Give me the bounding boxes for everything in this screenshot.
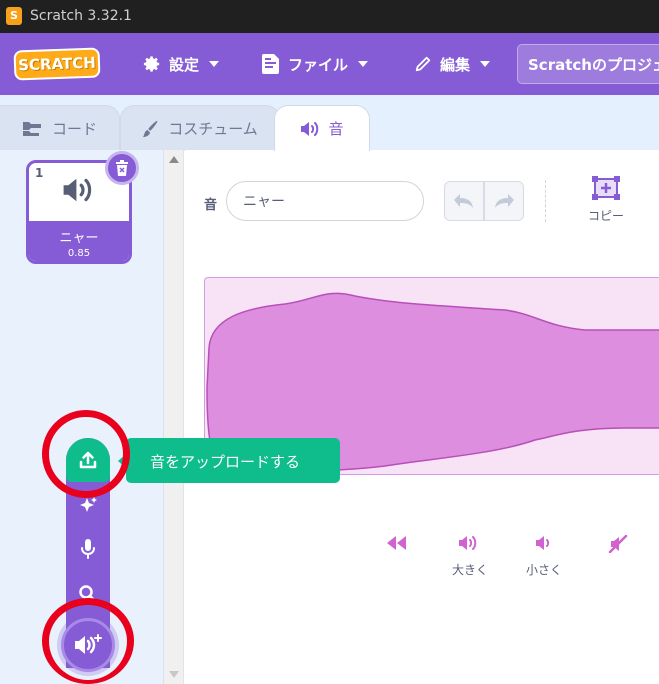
- sound-item-duration: 0.85: [67, 248, 91, 259]
- mute-button[interactable]: [590, 534, 646, 563]
- softer-button[interactable]: 小さく: [516, 535, 572, 578]
- scratch-app-icon: S: [6, 7, 22, 25]
- trash-icon: [116, 160, 128, 176]
- softer-icon: [536, 536, 550, 550]
- louder-button[interactable]: 大きく: [442, 535, 498, 578]
- upload-sound-button[interactable]: [66, 438, 110, 482]
- settings-menu[interactable]: 設定: [143, 52, 220, 76]
- upload-icon: [79, 451, 97, 469]
- chevron-down-icon: [209, 61, 220, 67]
- softer-label: 小さく: [525, 563, 562, 577]
- chevron-down-icon: [480, 61, 491, 67]
- effects-toolbar: 大きく 小さく: [375, 534, 659, 595]
- gear-icon: [143, 56, 160, 72]
- selector-scrollbar[interactable]: [164, 150, 184, 684]
- speaker-icon: [301, 121, 319, 136]
- microphone-icon: [81, 539, 95, 559]
- mute-icon: [608, 534, 628, 554]
- tab-costumes-label: コスチューム: [168, 120, 258, 138]
- sound-name-input[interactable]: [226, 181, 424, 221]
- window-titlebar: S Scratch 3.32.1: [0, 0, 659, 33]
- pencil-icon: [415, 56, 431, 72]
- louder-icon: [459, 536, 477, 550]
- surprise-sound-button[interactable]: [66, 488, 110, 524]
- copy-button[interactable]: コピー: [578, 176, 634, 228]
- file-menu-label: ファイル: [288, 55, 349, 74]
- tooltip-arrow: [118, 454, 126, 468]
- tab-costumes[interactable]: コスチューム: [120, 105, 280, 151]
- sound-name-label: 音: [204, 198, 218, 213]
- faster-button[interactable]: [368, 535, 424, 561]
- project-title-field[interactable]: Scratchのプロジェクト: [517, 44, 659, 84]
- file-menu[interactable]: ファイル: [262, 52, 369, 76]
- redo-button[interactable]: [484, 181, 524, 221]
- delete-sound-button[interactable]: [105, 151, 139, 185]
- code-blocks-icon: [22, 121, 41, 136]
- redo-icon: [495, 194, 514, 208]
- edit-menu-label: 編集: [440, 55, 471, 74]
- surprise-icon: [80, 497, 97, 512]
- tab-sounds-label: 音: [328, 120, 344, 138]
- faster-icon: [387, 536, 406, 550]
- scroll-down-arrow-icon[interactable]: [169, 671, 179, 678]
- record-sound-button[interactable]: [66, 531, 110, 567]
- choose-sound-button[interactable]: [66, 576, 110, 612]
- sound-index: 1: [35, 166, 44, 180]
- add-sound-button[interactable]: [61, 618, 115, 672]
- speaker-icon: [63, 178, 92, 202]
- louder-label: 大きく: [451, 563, 488, 577]
- brush-icon: [143, 120, 158, 137]
- copy-icon: [592, 176, 620, 200]
- tab-code-label: コード: [51, 120, 97, 138]
- copy-button-label: コピー: [587, 209, 624, 223]
- chevron-down-icon: [358, 61, 369, 67]
- add-sound-icon: [75, 634, 102, 654]
- sound-item-name: ニャー: [59, 231, 99, 246]
- edit-menu[interactable]: 編集: [414, 52, 491, 76]
- menu-bar: SCRATCH 設定 ファイル 編集 Scratchのプロジェクト: [0, 33, 659, 95]
- undo-icon: [454, 194, 473, 208]
- editor-tabs: コード コスチューム 音: [0, 95, 659, 151]
- upload-sound-tooltip: 音をアップロードする: [126, 438, 340, 483]
- file-icon: [262, 54, 279, 74]
- window-title: Scratch 3.32.1: [30, 8, 132, 24]
- tab-sounds[interactable]: 音: [274, 105, 370, 151]
- search-icon: [79, 585, 97, 603]
- scratch-logo[interactable]: SCRATCH: [13, 47, 101, 81]
- tab-code[interactable]: コード: [0, 105, 120, 151]
- sound-item-footer: ニャー 0.85: [29, 221, 129, 261]
- scroll-up-arrow-icon[interactable]: [169, 156, 179, 163]
- undo-button[interactable]: [444, 181, 484, 221]
- settings-menu-label: 設定: [169, 55, 200, 74]
- toolbar-separator: [545, 180, 546, 222]
